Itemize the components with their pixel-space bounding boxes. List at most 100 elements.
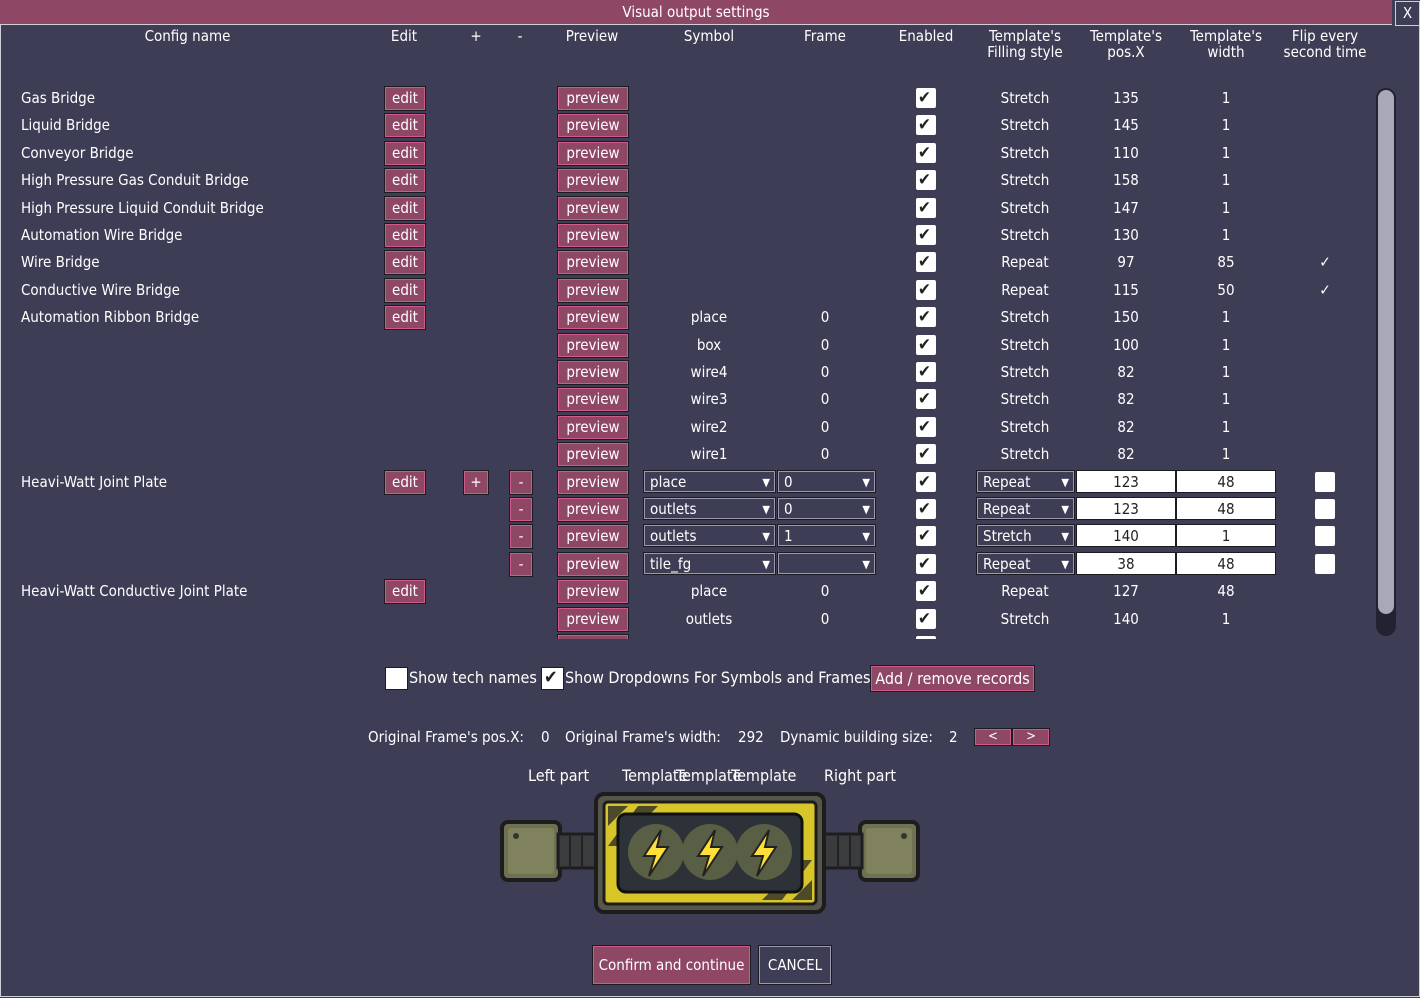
enabled-checkbox[interactable] [916, 415, 936, 439]
preview-button[interactable]: preview [557, 168, 629, 194]
enabled-checkbox[interactable] [916, 250, 936, 274]
filling-style-text: Repeat [1001, 280, 1049, 299]
filling-style-dropdown[interactable]: Repeat ▼ [976, 551, 1075, 575]
confirm-button[interactable]: Confirm and continue [592, 945, 751, 985]
enabled-checkbox[interactable] [916, 141, 936, 165]
preview-button[interactable]: preview [557, 305, 629, 331]
frame-text: 0 [820, 308, 830, 327]
pos-x-input[interactable]: 140 [1076, 524, 1176, 548]
enabled-checkbox[interactable] [916, 113, 936, 137]
size-decrease-button[interactable]: < [974, 728, 1012, 746]
preview-button[interactable]: preview [557, 414, 629, 440]
building-preview-image [500, 792, 920, 914]
filling-style-dropdown[interactable]: Repeat ▼ [976, 497, 1075, 520]
preview-button[interactable]: preview [557, 277, 629, 303]
edit-button[interactable]: edit [384, 113, 426, 139]
enabled-checkbox[interactable] [916, 634, 936, 639]
enabled-checkbox[interactable] [916, 333, 936, 357]
enabled-checkbox[interactable] [916, 360, 936, 384]
edit-button[interactable]: edit [384, 168, 426, 194]
add-remove-records-button[interactable]: Add / remove records [870, 665, 1035, 692]
enabled-checkbox[interactable] [916, 442, 936, 466]
enabled-checkbox[interactable] [916, 387, 936, 411]
edit-button[interactable]: edit [384, 250, 426, 276]
preview-button[interactable]: preview [557, 223, 629, 248]
preview-button[interactable]: preview [557, 140, 629, 166]
cancel-button[interactable]: CANCEL [758, 945, 832, 985]
preview-button[interactable]: preview [557, 250, 629, 276]
enabled-checkbox[interactable] [916, 223, 936, 247]
pos-x-input[interactable]: 123 [1076, 469, 1176, 493]
width-input[interactable]: 48 [1176, 469, 1276, 493]
preview-button[interactable]: preview [557, 579, 629, 605]
edit-button[interactable]: edit [384, 195, 426, 221]
enabled-checkbox[interactable] [916, 278, 936, 302]
edit-button[interactable]: edit [384, 579, 426, 605]
close-button[interactable]: X [1395, 1, 1420, 26]
edit-button[interactable]: edit [384, 86, 426, 111]
width-input[interactable]: 48 [1176, 551, 1276, 575]
pos-x-input[interactable]: 38 [1076, 551, 1176, 575]
preview-button[interactable]: preview [557, 387, 629, 413]
preview-button[interactable]: preview [557, 86, 629, 111]
preview-button[interactable]: preview [557, 442, 629, 468]
pos-x-input[interactable]: 123 [1076, 497, 1176, 520]
frame-dropdown[interactable]: ▼ [777, 551, 876, 575]
filling-style-dropdown[interactable]: Stretch ▼ [976, 524, 1075, 548]
edit-button[interactable]: edit [384, 277, 426, 303]
add-row-button[interactable]: + [463, 469, 489, 495]
remove-row-button[interactable]: - [509, 497, 533, 522]
remove-row-button[interactable]: - [509, 551, 533, 577]
enabled-checkbox[interactable] [916, 497, 936, 521]
enabled-checkbox[interactable] [916, 524, 936, 548]
edit-button[interactable]: edit [384, 223, 426, 248]
enabled-checkbox[interactable] [916, 552, 936, 576]
symbol-dropdown[interactable]: tile_fg ▼ [643, 551, 776, 575]
pos-x-text: 140 [1113, 609, 1139, 628]
preview-button[interactable]: preview [557, 332, 629, 358]
edit-button[interactable]: edit [384, 305, 426, 331]
enabled-checkbox[interactable] [916, 168, 936, 192]
symbol-dropdown[interactable]: outlets ▼ [643, 524, 776, 548]
enabled-checkbox[interactable] [916, 579, 936, 603]
enabled-checkbox[interactable] [916, 607, 936, 631]
symbol-dropdown[interactable]: place ▼ [643, 469, 776, 493]
edit-button[interactable]: edit [384, 469, 426, 495]
width-input[interactable]: 48 [1176, 497, 1276, 520]
show-tech-names-checkbox[interactable] [385, 667, 408, 690]
flip-checkbox[interactable] [1315, 553, 1335, 574]
preview-button[interactable]: preview [557, 606, 629, 632]
frame-dropdown[interactable]: 0 ▼ [777, 469, 876, 493]
enabled-checkbox[interactable] [916, 470, 936, 494]
preview-button[interactable]: preview [557, 113, 629, 139]
flip-checkbox[interactable] [1315, 471, 1335, 492]
width-text: 1 [1221, 417, 1231, 436]
flip-checkbox[interactable] [1315, 499, 1335, 519]
flip-checkbox[interactable] [1315, 526, 1335, 547]
width-input[interactable]: 1 [1176, 524, 1276, 548]
preview-button[interactable]: preview [557, 551, 629, 577]
remove-row-button[interactable]: - [509, 524, 533, 550]
enabled-checkbox[interactable] [916, 86, 936, 110]
filling-style-dropdown[interactable]: Repeat ▼ [976, 469, 1075, 493]
scrollbar-thumb[interactable] [1378, 90, 1394, 614]
pos-x-text: 127 [1113, 582, 1139, 601]
preview-button[interactable]: preview [557, 469, 629, 495]
header-minus: - [517, 27, 523, 45]
frame-dropdown[interactable]: 1 ▼ [777, 524, 876, 548]
preview-button[interactable]: preview [557, 634, 629, 639]
show-dropdowns-checkbox[interactable] [541, 666, 564, 690]
preview-button[interactable]: preview [557, 524, 629, 550]
preview-button[interactable]: preview [557, 360, 629, 385]
symbol-dropdown[interactable]: outlets ▼ [643, 497, 776, 520]
preview-button[interactable]: preview [557, 195, 629, 221]
remove-row-button[interactable]: - [509, 469, 533, 495]
table-row: preview outlets 0 Stretch 140 1 [0, 606, 1370, 633]
enabled-checkbox[interactable] [916, 196, 936, 220]
filling-style-text: Repeat [1001, 582, 1049, 601]
size-increase-button[interactable]: > [1012, 728, 1050, 746]
preview-button[interactable]: preview [557, 497, 629, 522]
edit-button[interactable]: edit [384, 140, 426, 166]
enabled-checkbox[interactable] [916, 305, 936, 329]
frame-dropdown[interactable]: 0 ▼ [777, 497, 876, 520]
